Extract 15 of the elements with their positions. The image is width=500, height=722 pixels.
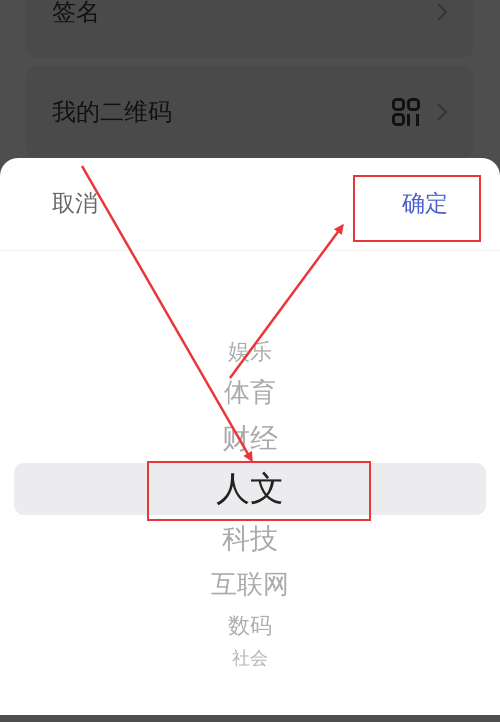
picker-option[interactable]: 数码 <box>0 607 500 645</box>
chevron-right-icon <box>436 102 448 122</box>
row-label: 我的二维码 <box>52 97 172 128</box>
row-label: 签名 <box>52 0 100 28</box>
settings-row[interactable]: 我的二维码 <box>26 66 474 158</box>
confirm-button[interactable]: 确定 <box>402 186 448 222</box>
picker-option[interactable]: 科技 <box>0 515 500 563</box>
picker-option[interactable]: 人文 <box>14 463 486 515</box>
picker-option[interactable]: 社会 <box>0 645 500 671</box>
chevron-right-icon <box>436 2 448 22</box>
cancel-button[interactable]: 取消 <box>52 186 98 222</box>
picker-option[interactable]: 体育 <box>0 371 500 415</box>
picker-option[interactable]: 互联网 <box>0 563 500 607</box>
settings-row[interactable]: 签名 <box>26 0 474 58</box>
qr-code-icon <box>392 98 420 126</box>
